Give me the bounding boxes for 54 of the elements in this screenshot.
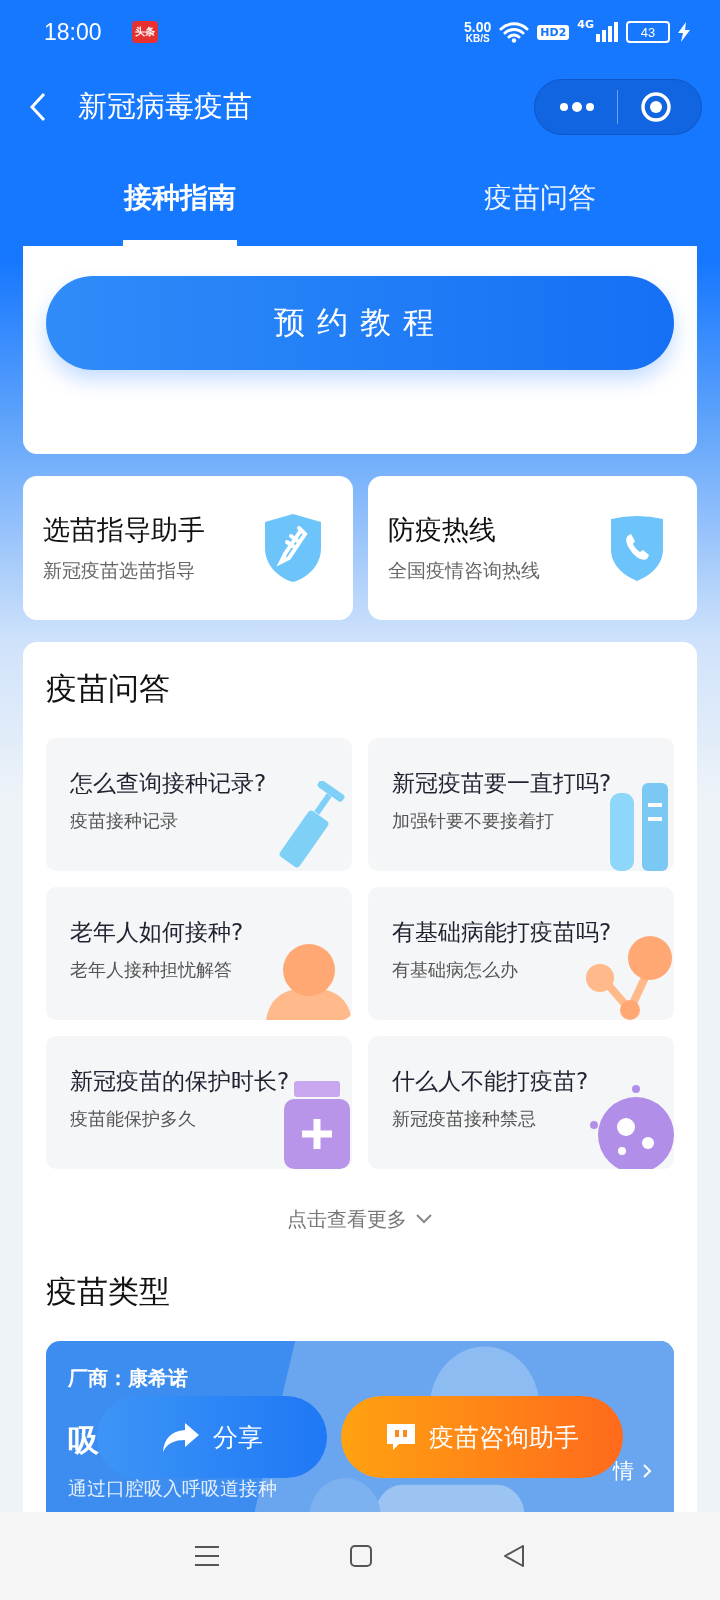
question-title: 老年人如何接种? [70, 918, 245, 947]
charging-icon [678, 22, 690, 42]
signal-icon [596, 22, 618, 42]
question-hint: 老年人接种担忧解答 [70, 958, 233, 982]
chevron-down-icon [415, 1213, 433, 1225]
home-icon[interactable] [349, 1544, 373, 1568]
tutorial-button[interactable]: 预约教程 [46, 276, 674, 370]
shortcut-card[interactable]: 防疫热线 全国疫情咨询热线 [367, 476, 697, 620]
question-card[interactable]: 怎么查询接种记录? 疫苗接种记录 [46, 738, 352, 871]
question-card[interactable]: 什么人不能打疫苗? 新冠疫苗接种禁忌 [368, 1036, 674, 1169]
question-title: 有基础病能打疫苗吗? [392, 918, 613, 947]
page-title: 新冠病毒疫苗 [78, 88, 252, 125]
network-type: 4G [577, 18, 594, 31]
view-more-link[interactable]: 点击查看更多 [287, 1169, 433, 1269]
shortcut-title: 选苗指导助手 [43, 513, 206, 547]
question-hint: 疫苗接种记录 [70, 809, 179, 833]
shortcut-card[interactable]: 选苗指导助手 新冠疫苗选苗指导 [23, 476, 353, 620]
more-icon[interactable] [559, 102, 595, 112]
back-triangle-icon[interactable] [501, 1544, 526, 1568]
tab[interactable]: 接种指南 [0, 150, 360, 246]
network-speed: 5.00 KB/S [464, 20, 492, 44]
vaccine-description: 通过口腔吸入呼吸道接种 [68, 1476, 278, 1501]
vaccine-maker: 厂商：康希诺 [68, 1365, 189, 1392]
question-hint: 疫苗能保护多久 [70, 1107, 197, 1131]
close-target-icon[interactable] [640, 91, 672, 123]
question-hint: 新冠疫苗接种禁忌 [392, 1107, 537, 1131]
question-hint: 有基础病怎么办 [392, 958, 519, 982]
question-card[interactable]: 有基础病能打疫苗吗? 有基础病怎么办 [368, 887, 674, 1020]
back-icon[interactable] [28, 91, 48, 123]
question-title: 新冠疫苗要一直打吗? [392, 769, 613, 798]
hd-indicator: HD2 [537, 24, 570, 40]
share-icon [161, 1421, 201, 1453]
question-card[interactable]: 新冠疫苗的保护时长? 疫苗能保护多久 [46, 1036, 352, 1169]
shortcut-subtitle: 新冠疫苗选苗指导 [43, 558, 196, 583]
shortcut-title: 防疫热线 [387, 513, 497, 547]
question-title: 什么人不能打疫苗? [392, 1067, 590, 1096]
battery-icon: 43 [626, 21, 670, 43]
section-title: 疫苗问答 [46, 669, 171, 708]
vaccine-name: 吸 [68, 1421, 99, 1460]
status-time: 18:00 [44, 18, 102, 46]
app-notification-icon: 头条 [131, 21, 158, 43]
question-card[interactable]: 新冠疫苗要一直打吗? 加强针要不要接着打 [368, 738, 674, 871]
section-title: 疫苗类型 [46, 1272, 171, 1311]
question-card[interactable]: 老年人如何接种? 老年人接种担忧解答 [46, 887, 352, 1020]
chevron-right-icon [642, 1463, 652, 1479]
shield-syringe-icon [262, 512, 323, 584]
menu-icon[interactable] [194, 1545, 221, 1567]
tab[interactable]: 疫苗问答 [360, 150, 720, 246]
shortcut-subtitle: 全国疫情咨询热线 [387, 558, 541, 583]
wifi-icon [499, 21, 530, 43]
question-hint: 加强针要不要接着打 [392, 809, 555, 833]
question-title: 怎么查询接种记录? [70, 769, 268, 798]
chat-icon [385, 1422, 417, 1452]
question-title: 新冠疫苗的保护时长? [70, 1067, 291, 1096]
